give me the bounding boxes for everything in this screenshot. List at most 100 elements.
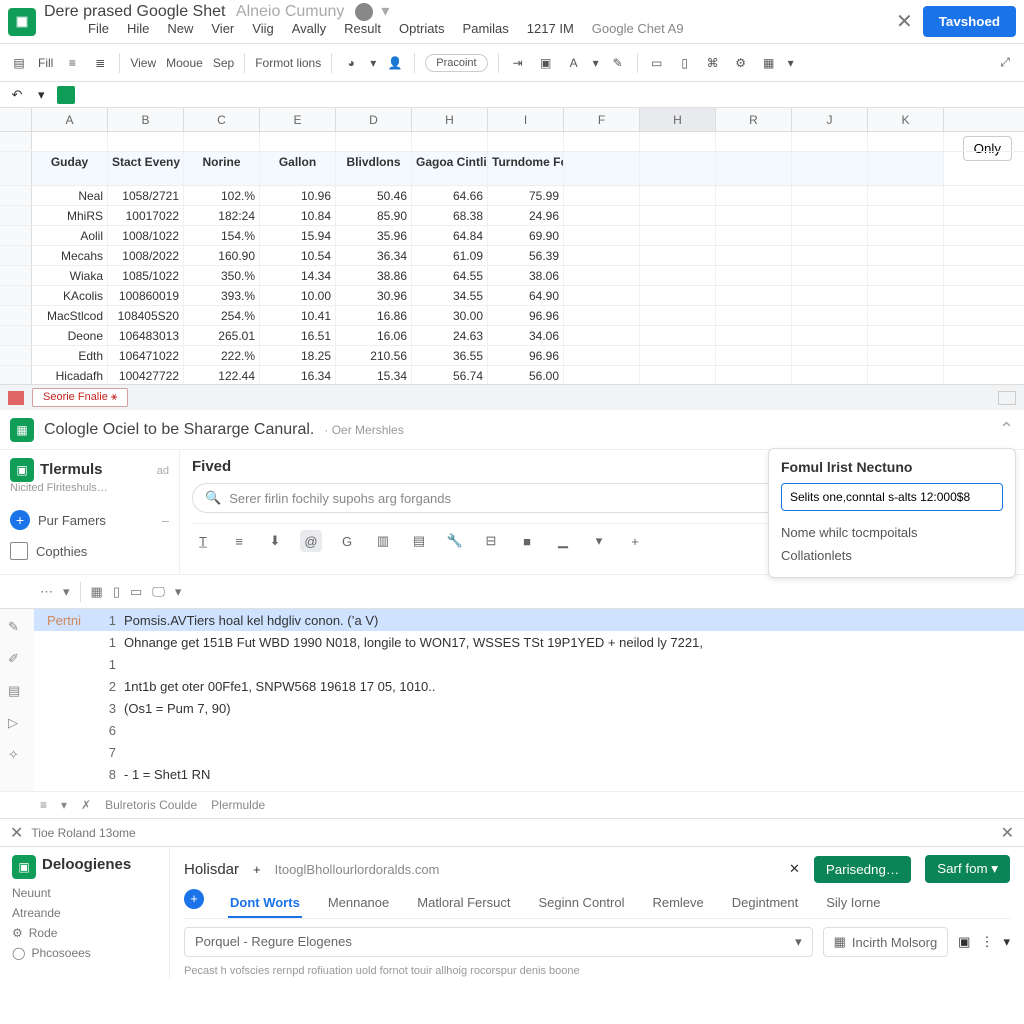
cell[interactable] (868, 306, 944, 325)
cell[interactable]: 122.44 (184, 366, 260, 384)
cell[interactable] (640, 286, 716, 305)
cell[interactable] (564, 132, 640, 151)
plus2-icon[interactable]: + (624, 530, 646, 552)
subtab-seginn[interactable]: Seginn Control (536, 889, 626, 918)
cell[interactable] (640, 366, 716, 384)
code-line[interactable]: 6 (34, 719, 1024, 741)
col-B[interactable]: B (108, 108, 184, 131)
cell[interactable] (868, 286, 944, 305)
cell[interactable] (716, 366, 792, 384)
cell[interactable]: Norine (184, 152, 260, 185)
cell[interactable]: 160.90 (184, 246, 260, 265)
cell[interactable] (792, 206, 868, 225)
cell[interactable]: 36.34 (336, 246, 412, 265)
col-H1[interactable]: H (412, 108, 488, 131)
caret-icon[interactable]: ▾ (370, 56, 376, 70)
cell[interactable] (564, 186, 640, 205)
menu-pamilas[interactable]: Pamilas (463, 21, 509, 36)
cell[interactable] (716, 286, 792, 305)
cell[interactable]: 10.41 (260, 306, 336, 325)
addr-select[interactable]: Porquel - Regure Elogenes▾ (184, 927, 813, 957)
cell[interactable]: 1058/2721 (108, 186, 184, 205)
format-label[interactable]: Formot lions (255, 56, 321, 70)
copy-icon[interactable] (10, 542, 28, 560)
cell[interactable]: 100427722 (108, 366, 184, 384)
cell[interactable]: 1008/2022 (108, 246, 184, 265)
cell[interactable] (412, 132, 488, 151)
cell[interactable]: 222.% (184, 346, 260, 365)
cell[interactable] (564, 206, 640, 225)
nav-phcosoees[interactable]: ◯Phcosoees (12, 943, 157, 963)
cell[interactable] (260, 132, 336, 151)
menu-result[interactable]: Result (344, 21, 381, 36)
dd-icon[interactable]: ▾ (588, 530, 610, 552)
cell[interactable]: Aolil (32, 226, 108, 245)
subtab-dontworts[interactable]: Dont Worts (228, 889, 302, 918)
pencil2-icon[interactable]: ✐ (8, 651, 26, 669)
pur-famers[interactable]: Pur Famers (38, 513, 106, 528)
cell[interactable]: 34.55 (412, 286, 488, 305)
cell[interactable] (640, 246, 716, 265)
code-line[interactable]: 7 (34, 741, 1024, 763)
cell[interactable]: 10.00 (260, 286, 336, 305)
cell[interactable]: 15.34 (336, 366, 412, 384)
cell[interactable] (868, 266, 944, 285)
caret2-icon[interactable]: ▾ (593, 56, 599, 70)
chart-icon[interactable]: ▥ (372, 530, 394, 552)
text-icon[interactable]: T̲ (192, 530, 214, 552)
col-D[interactable]: D (336, 108, 412, 131)
btm-close2-icon[interactable]: ✕ (1001, 823, 1014, 843)
cell[interactable]: 96.96 (488, 306, 564, 325)
code-line[interactable]: 21nt1b get oter 00Ffe1, SNPW568 19618 17… (34, 675, 1024, 697)
cell[interactable] (868, 366, 944, 384)
minus-icon[interactable]: – (162, 513, 169, 528)
cell[interactable]: Blivdlons (336, 152, 412, 185)
tab-close-icon[interactable]: ✕ (789, 861, 800, 877)
cell[interactable]: 30.96 (336, 286, 412, 305)
cell[interactable] (868, 346, 944, 365)
device-icon[interactable]: ▯ (676, 54, 694, 72)
cell[interactable] (640, 346, 716, 365)
cell[interactable] (868, 152, 944, 185)
cell[interactable]: 35.96 (336, 226, 412, 245)
cell[interactable]: 38.06 (488, 266, 564, 285)
cell[interactable]: KAcolis (32, 286, 108, 305)
copthies[interactable]: Copthies (36, 544, 87, 559)
st-panel-icon[interactable]: ▯ (113, 584, 120, 600)
cell[interactable]: 18.25 (260, 346, 336, 365)
cell[interactable]: Gagoa Cintliay (412, 152, 488, 185)
parisedng-button[interactable]: Parisedng… (814, 856, 911, 883)
cell[interactable]: Stact Eveny (108, 152, 184, 185)
col-R[interactable]: R (716, 108, 792, 131)
under-icon[interactable]: ▁ (552, 530, 574, 552)
caret3-icon[interactable]: ▾ (788, 56, 794, 70)
cell[interactable] (640, 326, 716, 345)
st-grid-icon[interactable]: ▦ (91, 584, 103, 600)
cell[interactable]: 10017022 (108, 206, 184, 225)
list-icon[interactable]: ≣ (91, 54, 109, 72)
col-H2[interactable]: H (640, 108, 716, 131)
cell[interactable] (716, 226, 792, 245)
nav-neuunt[interactable]: Neuunt (12, 883, 157, 903)
cell[interactable] (564, 366, 640, 384)
box-icon[interactable]: ▣ (537, 54, 555, 72)
cell[interactable]: 210.56 (336, 346, 412, 365)
cell[interactable] (640, 186, 716, 205)
subtab-remleve[interactable]: Remleve (650, 889, 705, 918)
cell[interactable]: 24.63 (412, 326, 488, 345)
brush-icon[interactable]: ✎ (609, 54, 627, 72)
cell[interactable]: 16.06 (336, 326, 412, 345)
bar-icon[interactable]: ▤ (408, 530, 430, 552)
cell[interactable] (640, 306, 716, 325)
cs-caret-icon[interactable]: ▾ (61, 798, 67, 812)
cell[interactable]: 36.55 (412, 346, 488, 365)
menu-hile[interactable]: Hile (127, 21, 149, 36)
cell[interactable] (716, 326, 792, 345)
cell[interactable] (716, 266, 792, 285)
btm-close-icon[interactable]: ✕ (10, 823, 23, 843)
cell[interactable]: Turndome Formulals (488, 152, 564, 185)
sheet-tab[interactable]: Seorie Fnalie ⚹ (32, 388, 128, 407)
grid-icon[interactable]: ▦ (760, 54, 778, 72)
clock-icon[interactable]: ◕ (342, 54, 360, 72)
cell[interactable]: MhiRS (32, 206, 108, 225)
